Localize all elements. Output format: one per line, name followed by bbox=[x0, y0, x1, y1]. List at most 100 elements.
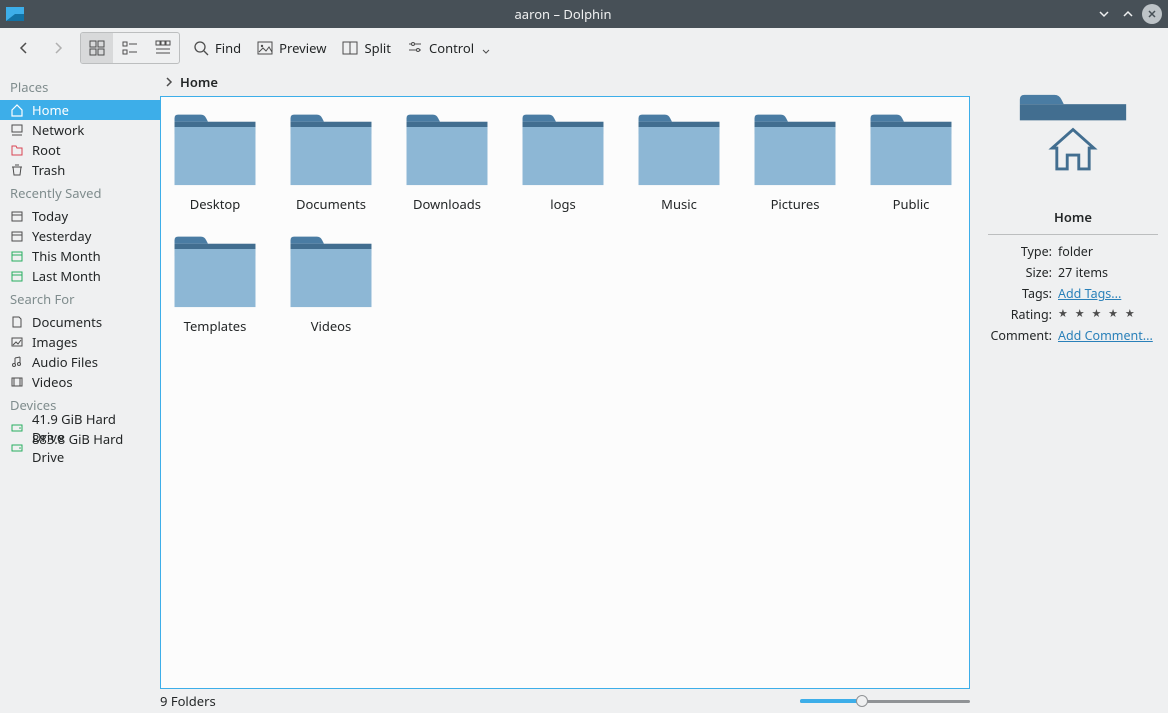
trash-icon bbox=[10, 163, 24, 177]
folder-label: Documents bbox=[296, 195, 366, 213]
sidebar-item-label: This Month bbox=[32, 247, 101, 265]
sidebar-item-label: Today bbox=[32, 207, 68, 225]
folder-item[interactable]: Pictures bbox=[745, 109, 845, 213]
sidebar-item-label: Videos bbox=[32, 373, 73, 391]
sidebar-item-label: 883.8 GiB Hard Drive bbox=[32, 430, 150, 466]
folder-item[interactable]: Music bbox=[629, 109, 729, 213]
compact-view-button[interactable] bbox=[114, 33, 146, 63]
add-tags-link[interactable]: Add Tags... bbox=[1058, 285, 1121, 302]
sidebar-item-label: Audio Files bbox=[32, 353, 98, 371]
size-value: 27 items bbox=[1058, 264, 1158, 281]
folder-item[interactable]: Videos bbox=[281, 231, 381, 335]
split-label: Split bbox=[364, 39, 391, 57]
doc-icon bbox=[10, 315, 24, 329]
video-icon bbox=[10, 375, 24, 389]
calendar-icon bbox=[10, 229, 24, 243]
info-panel: Home Type: folder Size: 27 items Tags: A… bbox=[978, 68, 1168, 713]
toolbar: Find Preview Split Control bbox=[0, 28, 1168, 68]
type-value: folder bbox=[1058, 243, 1158, 260]
titlebar: aaron – Dolphin bbox=[0, 0, 1168, 28]
folder-label: Desktop bbox=[190, 195, 241, 213]
sliders-icon bbox=[407, 40, 423, 56]
folder-icon bbox=[751, 109, 839, 189]
sidebar-item-label: Yesterday bbox=[32, 227, 91, 245]
root-icon bbox=[10, 143, 24, 157]
minimize-button[interactable] bbox=[1094, 4, 1114, 24]
info-title: Home bbox=[1054, 208, 1092, 226]
sidebar: Places Home NetworkRootTrash Recently Sav… bbox=[0, 68, 160, 713]
size-label: Size: bbox=[988, 264, 1058, 281]
forward-button[interactable] bbox=[42, 33, 74, 63]
chevron-down-icon bbox=[482, 48, 490, 56]
image-icon bbox=[257, 40, 273, 56]
folder-item[interactable]: logs bbox=[513, 109, 613, 213]
folder-item[interactable]: Desktop bbox=[165, 109, 265, 213]
sidebar-item-trash[interactable]: Trash bbox=[0, 160, 160, 180]
calendar-icon bbox=[10, 209, 24, 223]
calendar-green-icon bbox=[10, 249, 24, 263]
sidebar-item-label: Network bbox=[32, 121, 84, 139]
places-header: Places bbox=[0, 74, 160, 100]
sidebar-item-home[interactable]: Home bbox=[0, 100, 160, 120]
folder-label: logs bbox=[550, 195, 575, 213]
icons-view-button[interactable] bbox=[81, 33, 113, 63]
folder-icon bbox=[867, 109, 955, 189]
folder-label: Templates bbox=[184, 317, 247, 335]
sidebar-item-last-month[interactable]: Last Month bbox=[0, 266, 160, 286]
sidebar-item-yesterday[interactable]: Yesterday bbox=[0, 226, 160, 246]
folder-item[interactable]: Public bbox=[861, 109, 961, 213]
network-icon bbox=[10, 123, 24, 137]
folder-icon bbox=[171, 109, 259, 189]
statusbar: 9 Folders bbox=[160, 689, 970, 713]
window-controls bbox=[1094, 4, 1162, 24]
close-button[interactable] bbox=[1142, 4, 1162, 24]
maximize-button[interactable] bbox=[1118, 4, 1138, 24]
sidebar-item-audio-files[interactable]: Audio Files bbox=[0, 352, 160, 372]
recent-header: Recently Saved bbox=[0, 180, 160, 206]
rating-label: Rating: bbox=[988, 306, 1058, 323]
sidebar-item-this-month[interactable]: This Month bbox=[0, 246, 160, 266]
preview-button[interactable]: Preview bbox=[250, 33, 333, 63]
find-label: Find bbox=[215, 39, 241, 57]
folder-item[interactable]: Documents bbox=[281, 109, 381, 213]
content-area: Home Desktop Documents Downloads logs Music P… bbox=[160, 68, 978, 713]
tags-label: Tags: bbox=[988, 285, 1058, 302]
control-button[interactable]: Control bbox=[400, 33, 497, 63]
sidebar-item-label: Home bbox=[32, 101, 69, 119]
sidebar-item-root[interactable]: Root bbox=[0, 140, 160, 160]
sidebar-item-label: Last Month bbox=[32, 267, 101, 285]
folder-item[interactable]: Templates bbox=[165, 231, 265, 335]
sidebar-item-today[interactable]: Today bbox=[0, 206, 160, 226]
back-button[interactable] bbox=[8, 33, 40, 63]
folder-item[interactable]: Downloads bbox=[397, 109, 497, 213]
sidebar-item-videos[interactable]: Videos bbox=[0, 372, 160, 392]
folder-icon bbox=[519, 109, 607, 189]
drive-icon bbox=[10, 441, 24, 455]
sidebar-item-documents[interactable]: Documents bbox=[0, 312, 160, 332]
view-mode-group bbox=[80, 32, 180, 64]
chevron-right-icon bbox=[164, 77, 174, 87]
folder-icon bbox=[403, 109, 491, 189]
details-view-button[interactable] bbox=[147, 33, 179, 63]
sidebar-item-images[interactable]: Images bbox=[0, 332, 160, 352]
rating-stars[interactable]: ★ ★ ★ ★ ★ bbox=[1058, 306, 1158, 323]
split-icon bbox=[342, 40, 358, 56]
find-button[interactable]: Find bbox=[186, 33, 248, 63]
folder-icon bbox=[287, 231, 375, 311]
file-view[interactable]: Desktop Documents Downloads logs Music Pictur… bbox=[160, 96, 970, 689]
breadcrumb[interactable]: Home bbox=[160, 68, 970, 96]
search-header: Search For bbox=[0, 286, 160, 312]
sidebar-item-drive[interactable]: 883.8 GiB Hard Drive bbox=[0, 438, 160, 458]
sidebar-item-network[interactable]: Network bbox=[0, 120, 160, 140]
calendar-green-icon bbox=[10, 269, 24, 283]
zoom-slider[interactable] bbox=[800, 694, 970, 708]
add-comment-link[interactable]: Add Comment... bbox=[1058, 327, 1153, 344]
search-icon bbox=[193, 40, 209, 56]
drive-icon bbox=[10, 421, 24, 435]
sidebar-item-label: Trash bbox=[32, 161, 65, 179]
split-button[interactable]: Split bbox=[335, 33, 398, 63]
breadcrumb-current[interactable]: Home bbox=[180, 73, 218, 91]
folder-label: Public bbox=[893, 195, 930, 213]
folder-label: Pictures bbox=[771, 195, 820, 213]
folder-icon bbox=[171, 231, 259, 311]
